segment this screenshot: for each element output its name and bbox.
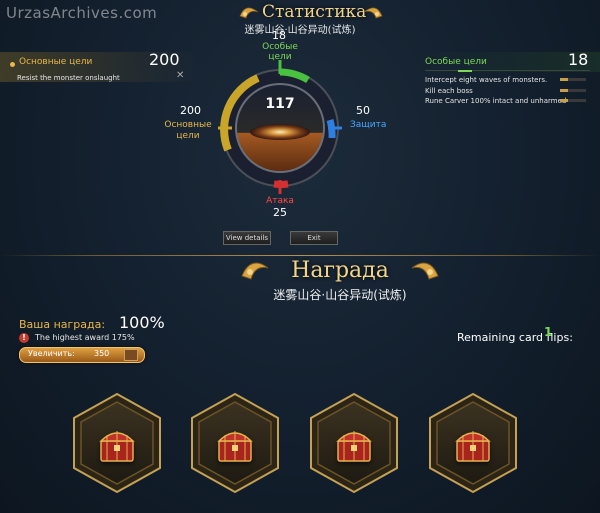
your-reward-value: 100%: [119, 313, 165, 332]
view-details-button[interactable]: View details: [223, 231, 271, 245]
stats-subtitle: 迷雾山谷·山谷异动(试炼): [244, 25, 356, 36]
left-ornament-icon: [241, 262, 269, 280]
total-score-value: 117: [265, 96, 295, 112]
close-icon[interactable]: ✕: [176, 70, 184, 81]
special-objectives-score: 18: [568, 50, 589, 69]
special-objectives-progress: [458, 70, 472, 72]
special-goals-label: Особые цели: [262, 42, 298, 62]
your-reward-label: Ваша награда:: [19, 318, 106, 331]
stats-title: Статистика: [262, 2, 367, 22]
objective-bar: [560, 99, 586, 102]
increase-cost-value: 350: [94, 349, 110, 358]
reward-subtitle: 迷雾山谷·山谷异动(试炼): [273, 288, 407, 302]
attack-value: 25: [273, 206, 287, 219]
watermark: UrzasArchives.com: [6, 4, 158, 22]
section-divider: [0, 255, 600, 256]
objective-bar: [560, 89, 586, 92]
increase-button[interactable]: Увеличить: 350: [19, 347, 145, 363]
right-ornament-icon: [411, 262, 439, 280]
left-ornament-icon: [239, 7, 259, 19]
exit-button[interactable]: Exit: [290, 231, 338, 245]
special-goals-value: 18: [272, 29, 286, 42]
special-objectives-divider: [425, 70, 590, 71]
attack-label: Атака: [266, 196, 294, 206]
special-objective-item: Kill each boss: [425, 87, 473, 95]
main-objectives-score: 200: [149, 50, 180, 69]
special-objective-item: Rune Carver 100% intact and unharmed: [425, 97, 567, 105]
warning-icon: !: [19, 333, 29, 343]
main-goals-label: Основные цели: [164, 120, 212, 141]
highest-award-text: The highest award 175%: [35, 333, 135, 342]
special-objective-item: Intercept eight waves of monsters.: [425, 76, 548, 84]
special-objectives-title: Особые цели: [425, 57, 487, 67]
stats-dial: [218, 60, 342, 194]
defense-label: Защита: [350, 120, 387, 130]
remaining-flips-value: 1: [544, 325, 553, 339]
reward-card[interactable]: [426, 391, 520, 495]
reward-card[interactable]: [188, 391, 282, 495]
reward-card[interactable]: [70, 391, 164, 495]
main-objective-item: Resist the monster onslaught: [17, 74, 120, 82]
reward-title: Награда: [291, 258, 389, 283]
bullet-icon: [10, 62, 15, 67]
objective-bar: [560, 78, 586, 81]
currency-icon: [124, 349, 138, 361]
remaining-flips-label: Remaining card flips:: [457, 331, 573, 344]
right-ornament-icon: [363, 7, 383, 19]
main-goals-value: 200: [180, 104, 201, 117]
main-objectives-title: Основные цели: [19, 57, 93, 67]
reward-card[interactable]: [307, 391, 401, 495]
defense-value: 50: [356, 104, 370, 117]
increase-button-label: Увеличить:: [28, 349, 75, 358]
